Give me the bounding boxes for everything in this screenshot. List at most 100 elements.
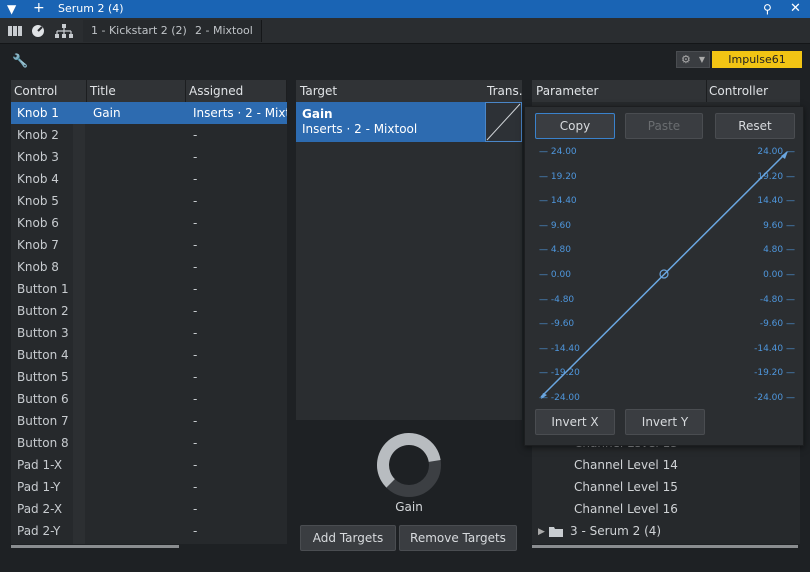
cell-assigned: - xyxy=(193,524,198,538)
cell-control: Knob 5 xyxy=(17,194,59,208)
cell-control: Button 2 xyxy=(17,304,69,318)
table-row[interactable]: Pad 1-X - xyxy=(11,454,287,476)
tree-item[interactable]: Channel Level 14 xyxy=(574,458,678,472)
gear-icon: ⚙ xyxy=(680,53,691,66)
table-row[interactable]: Pad 2-Y - xyxy=(11,520,287,542)
close-icon[interactable]: ✕ xyxy=(790,1,801,17)
cell-assigned: - xyxy=(193,480,198,494)
tree-folder[interactable]: 3 - Serum 2 (4) xyxy=(570,524,661,538)
cell-control: Knob 4 xyxy=(17,172,59,186)
table-row[interactable]: Button 3 - xyxy=(11,322,287,344)
chevron-down-icon: ▼ xyxy=(698,55,705,64)
cell-assigned: - xyxy=(193,502,198,516)
cell-assigned: - xyxy=(193,194,198,208)
knob-label: Gain xyxy=(395,500,423,514)
table-row[interactable]: Knob 2 - xyxy=(11,124,287,146)
pin-icon[interactable]: ⚲ xyxy=(763,1,772,17)
header-control[interactable]: Control xyxy=(11,80,87,102)
cell-control: Button 1 xyxy=(17,282,69,296)
cell-assigned: - xyxy=(193,348,198,362)
table-row[interactable]: Pad 1-Y - xyxy=(11,476,287,498)
table-row[interactable]: Knob 5 - xyxy=(11,190,287,212)
cell-assigned: - xyxy=(193,260,198,274)
header-title[interactable]: Title xyxy=(87,80,186,102)
cell-control: Pad 2-X xyxy=(17,502,63,516)
invert-x-button[interactable]: Invert X xyxy=(535,409,615,435)
header-controller[interactable]: Controller xyxy=(709,84,768,98)
table-row[interactable]: Knob 1 Gain Inserts · 2 - Mixtool xyxy=(11,102,287,124)
cell-control: Pad 2-Y xyxy=(17,524,61,538)
cell-assigned: - xyxy=(193,216,198,230)
cell-control: Button 7 xyxy=(17,414,69,428)
table-row[interactable]: Knob 8 - xyxy=(11,256,287,278)
transfer-curve[interactable] xyxy=(525,107,805,407)
cell-control: Knob 6 xyxy=(17,216,59,230)
header-trans[interactable]: Trans. xyxy=(487,84,523,98)
columns-icon[interactable] xyxy=(4,21,26,41)
cell-assigned: - xyxy=(193,282,198,296)
tab-kickstart[interactable]: 1 - Kickstart 2 (2) xyxy=(83,20,196,42)
menu-dropdown-icon[interactable]: ▼ xyxy=(7,1,16,17)
cell-control: Button 4 xyxy=(17,348,69,362)
table-row[interactable]: Button 6 - xyxy=(11,388,287,410)
cell-assigned: - xyxy=(193,326,198,340)
cell-control: Knob 7 xyxy=(17,238,59,252)
cell-assigned: - xyxy=(193,392,198,406)
invert-y-button[interactable]: Invert Y xyxy=(625,409,705,435)
cell-control: Knob 8 xyxy=(17,260,59,274)
tree-item[interactable]: Channel Level 15 xyxy=(574,480,678,494)
target-path: Inserts · 2 - Mixtool xyxy=(302,122,418,136)
table-row[interactable]: Knob 7 - xyxy=(11,234,287,256)
header-divider xyxy=(706,80,707,102)
horizontal-scrollbar[interactable] xyxy=(532,545,798,548)
table-row[interactable]: Button 8 - xyxy=(11,432,287,454)
cell-assigned: - xyxy=(193,458,198,472)
cell-control: Pad 1-X xyxy=(17,458,63,472)
folder-icon xyxy=(549,526,563,540)
cell-assigned: - xyxy=(193,370,198,384)
header-assigned[interactable]: Assigned xyxy=(186,80,287,102)
expand-arrow-icon[interactable]: ▶ xyxy=(538,527,545,537)
header-parameter[interactable]: Parameter xyxy=(536,84,598,98)
cell-control: Pad 1-Y xyxy=(17,480,61,494)
cell-assigned: Inserts · 2 - Mixtool xyxy=(193,106,287,120)
cell-assigned: - xyxy=(193,436,198,450)
cell-control: Knob 2 xyxy=(17,128,59,142)
cell-assigned: - xyxy=(193,414,198,428)
target-header: Target Trans. xyxy=(296,80,523,102)
device-selector[interactable]: Impulse61 xyxy=(712,51,802,68)
table-row[interactable]: Pad 2-X - xyxy=(11,498,287,520)
control-table: Control Title Assigned Knob 1 Gain Inserts… xyxy=(11,80,287,544)
wrench-icon[interactable]: 🔧 xyxy=(12,54,28,69)
tab-bar: 1 - Kickstart 2 (2) 2 - Mixtool xyxy=(0,18,810,44)
parameter-header: Parameter Controller xyxy=(532,80,800,102)
cell-assigned: - xyxy=(193,128,198,142)
target-panel: Target Trans. Gain Inserts · 2 - Mixtool xyxy=(296,80,523,420)
table-row[interactable]: Button 5 - xyxy=(11,366,287,388)
header-target[interactable]: Target xyxy=(300,84,337,98)
dial-icon[interactable] xyxy=(27,21,49,41)
window-title: Serum 2 (4) xyxy=(58,2,124,15)
cell-control: Button 6 xyxy=(17,392,69,406)
table-row[interactable]: Button 7 - xyxy=(11,410,287,432)
table-row[interactable]: Knob 6 - xyxy=(11,212,287,234)
horizontal-scrollbar[interactable] xyxy=(11,545,179,548)
tree-item[interactable]: Channel Level 16 xyxy=(574,502,678,516)
table-row[interactable]: Button 1 - xyxy=(11,278,287,300)
target-row-selected[interactable]: Gain Inserts · 2 - Mixtool xyxy=(296,102,485,142)
routing-icon[interactable] xyxy=(53,21,75,41)
curve-editor-popup: Copy Paste Reset — 24.00 24.00 — — 19.20 19… xyxy=(524,106,804,446)
add-targets-button[interactable]: Add Targets xyxy=(300,525,396,551)
tab-mixtool[interactable]: 2 - Mixtool xyxy=(187,20,262,42)
transform-curve-thumbnail[interactable] xyxy=(485,102,522,142)
remove-targets-button[interactable]: Remove Targets xyxy=(399,525,517,551)
gain-knob[interactable] xyxy=(376,432,442,501)
cell-control: Button 8 xyxy=(17,436,69,450)
add-icon[interactable]: + xyxy=(33,0,45,16)
settings-dropdown[interactable]: ⚙ ▼ xyxy=(676,51,710,68)
table-row[interactable]: Button 2 - xyxy=(11,300,287,322)
table-row[interactable]: Button 4 - xyxy=(11,344,287,366)
table-row[interactable]: Knob 3 - xyxy=(11,146,287,168)
table-row[interactable]: Knob 4 - xyxy=(11,168,287,190)
cell-control: Button 5 xyxy=(17,370,69,384)
